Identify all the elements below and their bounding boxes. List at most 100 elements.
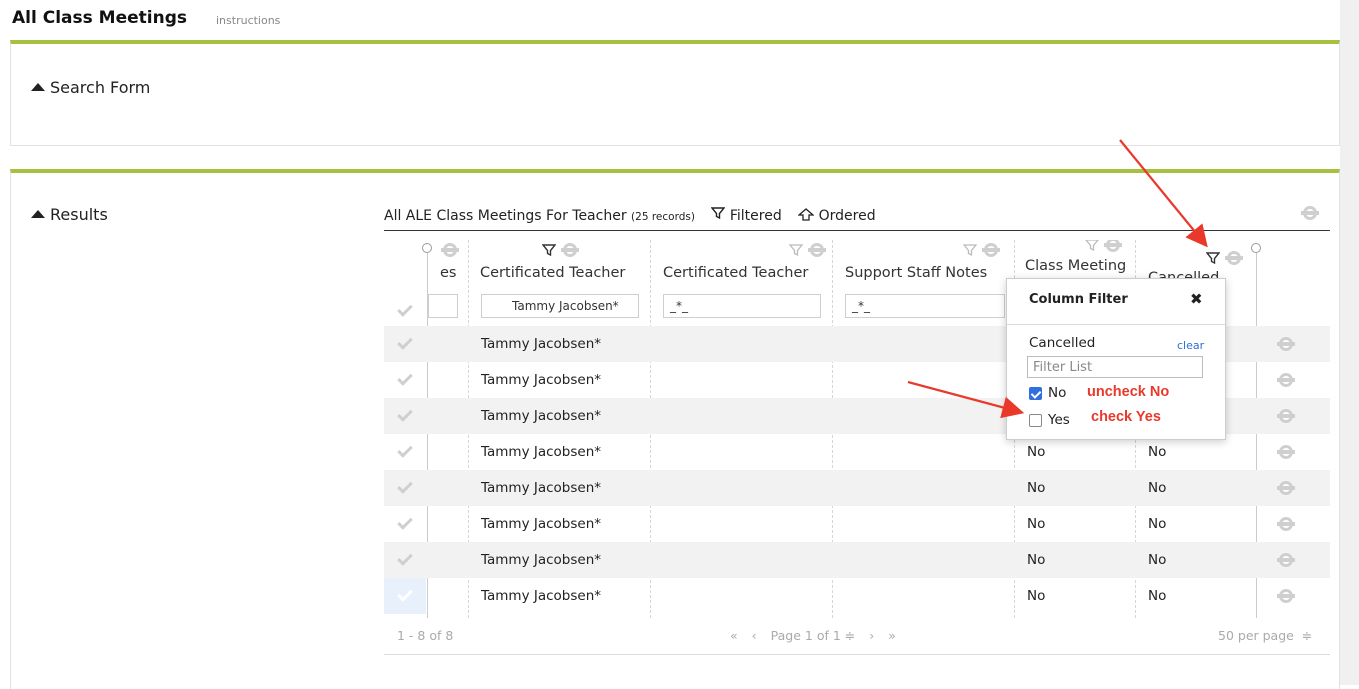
cell-class-meeting: No xyxy=(1027,516,1046,532)
filter-active-icon[interactable] xyxy=(1206,251,1220,265)
row-checkbox[interactable] xyxy=(384,542,426,578)
table-title-bar: All ALE Class Meetings For Teacher (25 r… xyxy=(384,206,876,224)
prev-page-button[interactable]: ‹ xyxy=(752,628,757,643)
table-row[interactable]: Tammy Jacobsen* No No xyxy=(384,506,1330,542)
cell-teacher: Tammy Jacobsen* xyxy=(481,444,602,460)
table-row[interactable]: Tammy Jacobsen* No No xyxy=(384,470,1330,506)
cell-cancelled: No xyxy=(1148,552,1167,568)
instructions-link[interactable]: instructions xyxy=(216,14,280,27)
order-icon xyxy=(797,208,815,221)
ordered-indicator[interactable]: Ordered xyxy=(797,208,876,224)
filter-option-yes[interactable]: Yes xyxy=(1029,412,1070,428)
page-title: All Class Meetings xyxy=(12,8,187,28)
table-settings-gear-icon[interactable] xyxy=(1301,205,1319,221)
page-scrollbar[interactable] xyxy=(1340,0,1359,685)
per-page-select[interactable]: 50 per page ≑ xyxy=(1218,628,1312,643)
column-settings-gear-icon[interactable] xyxy=(441,242,459,258)
column-header-certificated-teacher[interactable]: Certificated Teacher Tammy Jacobsen* xyxy=(469,240,650,324)
column-filter-input[interactable] xyxy=(428,294,458,318)
first-page-button[interactable]: « xyxy=(730,628,738,643)
column-settings-gear-icon[interactable] xyxy=(808,242,826,258)
results-toggle[interactable]: Results xyxy=(31,205,108,224)
filter-icon[interactable] xyxy=(789,243,803,257)
check-icon xyxy=(397,442,413,458)
column-settings-gear-icon[interactable] xyxy=(561,242,579,258)
table-row[interactable]: Tammy Jacobsen* No No xyxy=(384,542,1330,578)
check-icon xyxy=(397,406,413,422)
annotation-uncheck-no: uncheck No xyxy=(1087,384,1170,400)
row-checkbox[interactable] xyxy=(384,506,426,542)
table-title: All ALE Class Meetings For Teacher xyxy=(384,208,627,224)
cell-cancelled: No xyxy=(1148,588,1167,604)
column-header-certificated-teacher-2[interactable]: Certificated Teacher _*_ xyxy=(651,240,832,324)
row-checkbox[interactable] xyxy=(384,362,426,398)
row-settings-gear-icon[interactable] xyxy=(1277,480,1295,496)
filter-icon xyxy=(711,206,726,220)
check-icon xyxy=(397,478,413,494)
row-checkbox[interactable] xyxy=(384,326,426,362)
row-settings-gear-icon[interactable] xyxy=(1277,372,1295,388)
results-title: Results xyxy=(50,205,108,224)
row-checkbox[interactable] xyxy=(384,398,426,434)
chevron-up-icon xyxy=(31,210,45,218)
column-settings-gear-icon[interactable] xyxy=(1104,240,1122,253)
search-form-title: Search Form xyxy=(50,78,151,97)
column-filter-input[interactable]: _*_ xyxy=(845,294,1005,318)
row-settings-gear-icon[interactable] xyxy=(1277,516,1295,532)
cell-teacher: Tammy Jacobsen* xyxy=(481,336,602,352)
check-icon xyxy=(397,514,413,530)
column-filter-input[interactable]: _*_ xyxy=(663,294,821,318)
filter-option-no[interactable]: No xyxy=(1029,385,1066,401)
row-checkbox[interactable] xyxy=(384,578,426,614)
pager-controls: « ‹ Page 1 of 1 ≑ › » xyxy=(730,628,896,643)
checkbox-checked-icon[interactable] xyxy=(1029,386,1042,400)
cell-cancelled: No xyxy=(1148,480,1167,496)
per-page-stepper-icon: ≑ xyxy=(1301,628,1313,643)
filter-icon[interactable] xyxy=(963,243,977,257)
cell-class-meeting: No xyxy=(1027,588,1046,604)
row-settings-gear-icon[interactable] xyxy=(1277,552,1295,568)
next-page-button[interactable]: › xyxy=(869,628,874,643)
filter-field-label: Cancelled xyxy=(1029,335,1096,351)
chevron-up-icon xyxy=(31,83,45,91)
row-settings-gear-icon[interactable] xyxy=(1277,444,1295,460)
cell-class-meeting: No xyxy=(1027,480,1046,496)
check-icon xyxy=(397,586,413,602)
cell-cancelled: No xyxy=(1148,516,1167,532)
cell-class-meeting: No xyxy=(1027,552,1046,568)
column-header-support-staff-notes[interactable]: Support Staff Notes _*_ xyxy=(833,240,1014,324)
table-title-divider xyxy=(384,230,1330,231)
row-settings-gear-icon[interactable] xyxy=(1277,336,1295,352)
row-settings-gear-icon[interactable] xyxy=(1277,588,1295,604)
filtered-indicator[interactable]: Filtered xyxy=(711,206,786,224)
popover-title: Column Filter xyxy=(1029,292,1128,307)
cell-teacher: Tammy Jacobsen* xyxy=(481,480,602,496)
row-checkbox[interactable] xyxy=(384,470,426,506)
cell-teacher: Tammy Jacobsen* xyxy=(481,552,602,568)
page-select[interactable]: Page 1 of 1 ≑ xyxy=(771,628,856,643)
column-header-notes[interactable]: es xyxy=(428,240,468,324)
last-page-button[interactable]: » xyxy=(888,628,896,643)
cell-teacher: Tammy Jacobsen* xyxy=(481,372,602,388)
pager-range: 1 - 8 of 8 xyxy=(397,628,454,643)
record-count: (25 records) xyxy=(631,211,695,223)
check-icon xyxy=(397,370,413,386)
table-row[interactable]: Tammy Jacobsen* No No xyxy=(384,578,1330,614)
close-icon[interactable]: ✖ xyxy=(1190,290,1203,308)
popover-divider xyxy=(1007,324,1225,325)
filter-icon[interactable] xyxy=(1085,240,1099,252)
filter-list-input[interactable] xyxy=(1027,356,1203,378)
clear-filter-link[interactable]: clear xyxy=(1177,339,1204,352)
search-form-toggle[interactable]: Search Form xyxy=(31,78,150,97)
cell-teacher: Tammy Jacobsen* xyxy=(481,408,602,424)
annotation-check-yes: check Yes xyxy=(1091,409,1161,425)
row-settings-gear-icon[interactable] xyxy=(1277,408,1295,424)
checkbox-icon[interactable] xyxy=(1029,413,1042,427)
column-settings-gear-icon[interactable] xyxy=(982,242,1000,258)
page-stepper-icon: ≑ xyxy=(844,628,856,643)
column-settings-gear-icon[interactable] xyxy=(1225,250,1243,266)
filter-active-icon[interactable] xyxy=(542,243,556,257)
row-checkbox[interactable] xyxy=(384,434,426,470)
select-all-checkbox[interactable] xyxy=(384,300,426,322)
column-filter-input[interactable]: Tammy Jacobsen* xyxy=(481,294,639,318)
